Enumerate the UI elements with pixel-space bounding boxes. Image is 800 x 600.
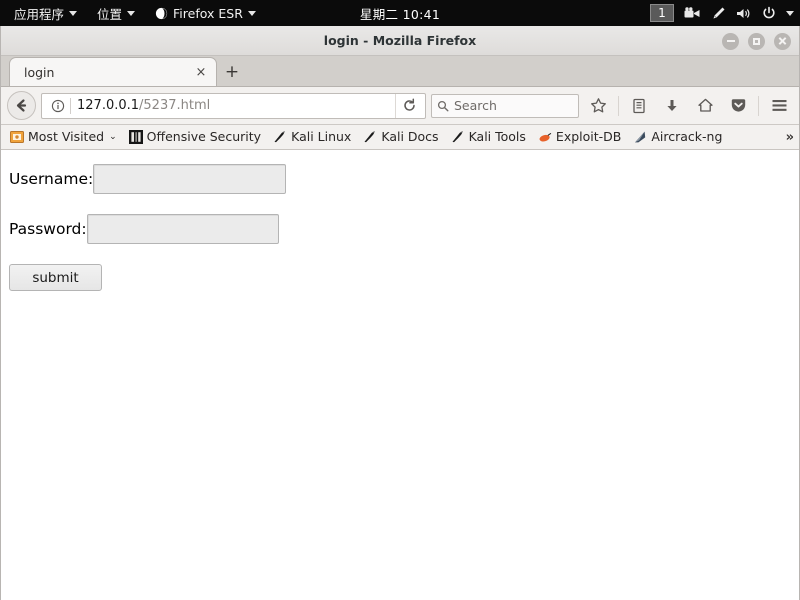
library-icon[interactable]: [625, 92, 653, 120]
workspace-switcher[interactable]: 1: [650, 4, 674, 22]
offensive-security-icon: [128, 130, 143, 144]
kali-dragon-icon: [274, 131, 285, 143]
bookmarks-overflow-chevron[interactable]: »: [786, 130, 794, 145]
bookmark-kali-linux[interactable]: Kali Linux: [268, 128, 356, 146]
bookmark-label: Offensive Security: [146, 128, 262, 144]
username-label: Username:: [9, 170, 94, 188]
pocket-icon[interactable]: [724, 92, 752, 120]
site-identity-icon[interactable]: [48, 99, 68, 113]
username-row: Username:: [9, 164, 791, 194]
navigation-toolbar: 127.0.0.1/5237.html Search: [1, 87, 799, 125]
firefox-window: login - Mozilla Firefox login × + 127.0.…: [0, 26, 800, 600]
bookmark-label: Aircrack-ng: [651, 128, 723, 144]
maximize-button[interactable]: [748, 32, 765, 50]
reload-icon: [404, 98, 415, 111]
power-icon[interactable]: [762, 6, 776, 20]
places-menu-label: 位置: [97, 6, 123, 22]
bookmarks-toolbar: Most Visited ⌄ Offensive Security Kali L…: [1, 125, 799, 150]
chevron-down-icon: ⌄: [109, 131, 117, 142]
toolbar-separator: [758, 95, 759, 116]
home-icon[interactable]: [691, 92, 719, 120]
firefox-esr-label: Firefox ESR: [173, 5, 243, 21]
kali-dragon-icon: [452, 131, 463, 143]
tab-label: login: [24, 64, 55, 80]
applications-menu-label: 应用程序: [14, 6, 65, 22]
username-input[interactable]: [93, 164, 287, 194]
pen-tool-icon[interactable]: [711, 6, 726, 21]
reload-button[interactable]: [395, 93, 423, 118]
workspace-number: 1: [658, 6, 666, 20]
close-button[interactable]: [774, 32, 791, 50]
page-content: Username: Password: submit: [1, 150, 799, 600]
menu-hamburger-icon[interactable]: [765, 92, 793, 120]
bookmark-kali-docs[interactable]: Kali Docs: [358, 128, 443, 146]
bookmark-label: Most Visited: [28, 128, 105, 144]
search-input[interactable]: Search: [431, 93, 579, 118]
password-input[interactable]: [86, 214, 279, 244]
bookmark-kali-tools[interactable]: Kali Tools: [446, 128, 531, 146]
url-text: 127.0.0.1/5237.html: [77, 98, 395, 113]
password-label: Password:: [9, 220, 87, 238]
toolbar-separator: [618, 95, 619, 116]
screen-root: 应用程序 位置 Firefox ESR 星期二 10:41 1 login - …: [0, 0, 800, 600]
chevron-down-icon: [69, 10, 78, 16]
panel-right-group: 1: [650, 0, 794, 26]
search-icon: [437, 100, 449, 111]
applications-menu[interactable]: 应用程序: [4, 0, 87, 26]
most-visited-icon: [10, 131, 24, 143]
tab-login[interactable]: login ×: [9, 57, 217, 86]
window-titlebar: login - Mozilla Firefox: [1, 26, 799, 56]
panel-left-group: 应用程序 位置 Firefox ESR: [0, 0, 266, 26]
password-row: Password:: [9, 214, 791, 244]
bookmark-most-visited[interactable]: Most Visited ⌄: [5, 128, 122, 146]
close-icon[interactable]: ×: [192, 63, 210, 81]
desktop-top-panel: 应用程序 位置 Firefox ESR 星期二 10:41 1: [0, 0, 800, 26]
downloads-icon[interactable]: [658, 92, 686, 120]
back-arrow-icon: [16, 99, 27, 112]
chevron-down-icon: [127, 10, 136, 16]
firefox-globe-icon: [155, 6, 168, 20]
bookmark-label: Kali Docs: [381, 128, 439, 144]
screen-recorder-icon[interactable]: [684, 6, 701, 20]
url-path: /5237.html: [139, 98, 211, 113]
bookmark-star-icon[interactable]: [584, 92, 612, 120]
bookmark-exploit-db[interactable]: Exploit-DB: [533, 128, 626, 146]
chevron-down-icon: [247, 10, 256, 16]
bookmark-label: Kali Tools: [468, 128, 526, 144]
search-placeholder: Search: [454, 98, 497, 113]
firefox-esr-menu[interactable]: Firefox ESR: [145, 0, 266, 26]
bookmark-label: Kali Linux: [291, 128, 352, 144]
back-button[interactable]: [7, 91, 36, 120]
bookmark-label: Exploit-DB: [555, 128, 622, 144]
url-bar[interactable]: 127.0.0.1/5237.html: [41, 92, 426, 119]
bookmark-aircrack-ng[interactable]: Aircrack-ng: [628, 128, 727, 146]
url-separator: [70, 97, 71, 114]
tab-strip: login × +: [1, 56, 799, 87]
kali-dragon-icon: [364, 131, 376, 143]
places-menu[interactable]: 位置: [87, 0, 145, 26]
volume-icon[interactable]: [736, 7, 752, 20]
exploit-db-icon: [539, 133, 552, 142]
new-tab-button[interactable]: +: [217, 57, 247, 86]
url-host: 127.0.0.1: [77, 98, 140, 113]
window-controls: [722, 26, 791, 56]
aircrack-ng-icon: [635, 131, 646, 143]
bookmark-offensive-security[interactable]: Offensive Security: [124, 128, 266, 146]
minimize-button[interactable]: [722, 32, 739, 50]
submit-button[interactable]: submit: [9, 264, 102, 291]
panel-dropdown-caret[interactable]: [786, 10, 794, 16]
window-title: login - Mozilla Firefox: [323, 33, 477, 48]
panel-clock[interactable]: 星期二 10:41: [360, 4, 440, 23]
